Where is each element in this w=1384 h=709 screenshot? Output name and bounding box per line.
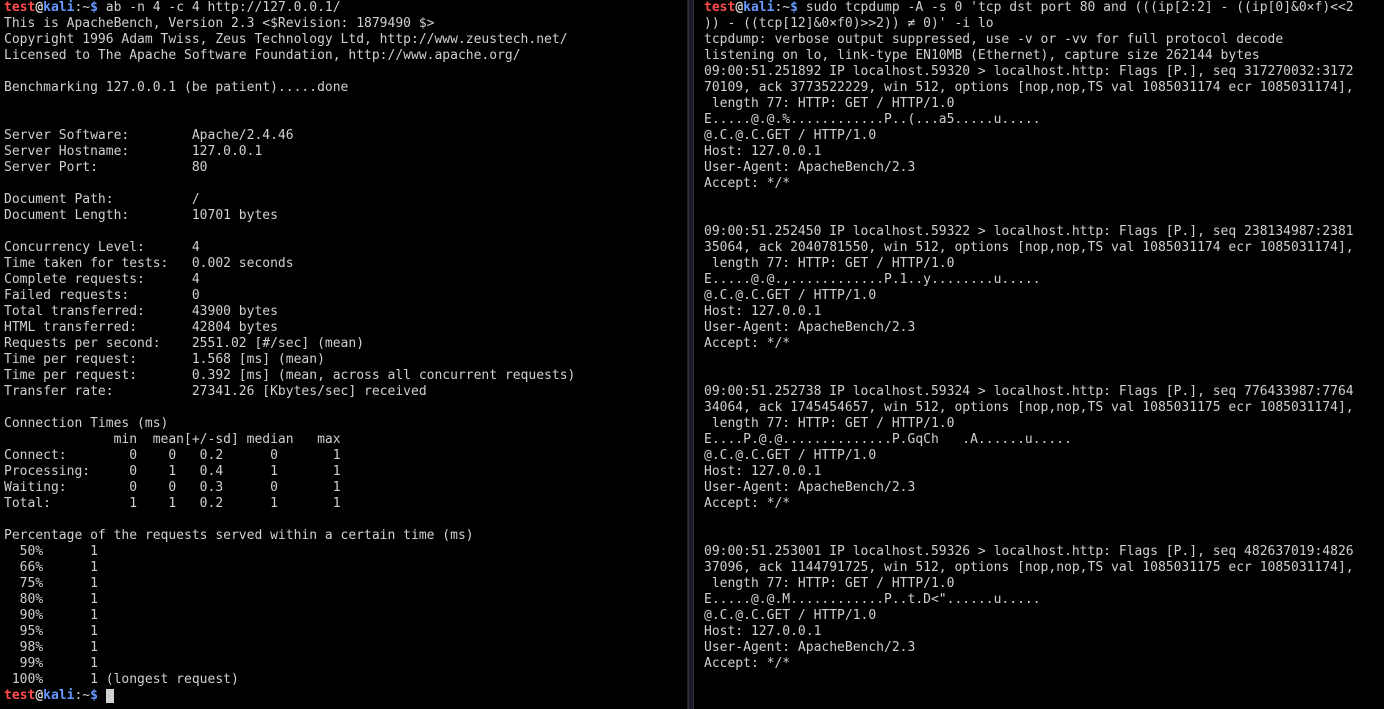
output-line: Copyright 1996 Adam Twiss, Zeus Technolo… bbox=[4, 32, 568, 47]
output-line: 98% 1 bbox=[4, 640, 98, 655]
output-line: Server Hostname: 127.0.0.1 bbox=[4, 144, 262, 159]
prompt-dollar: $ bbox=[90, 0, 106, 15]
output-line: Server Port: 80 bbox=[4, 160, 208, 175]
prompt-line[interactable]: test@kali:~$ bbox=[4, 688, 114, 703]
output-line: 09:00:51.253001 IP localhost.59326 > loc… bbox=[704, 544, 1354, 559]
output-line: E.....@.@.,............P.1..y........u..… bbox=[704, 272, 1041, 287]
output-line: @.C.@.C.GET / HTTP/1.0 bbox=[704, 448, 876, 463]
left-terminal-pane[interactable]: test@kali:~$ ab -n 4 -c 4 http://127.0.0… bbox=[0, 0, 688, 709]
output-line: Host: 127.0.0.1 bbox=[704, 464, 821, 479]
prompt-line: test@kali:~$ ab -n 4 -c 4 http://127.0.0… bbox=[4, 0, 341, 15]
ab-command: ab -n 4 -c 4 http://127.0.0.1/ bbox=[106, 0, 341, 15]
output-line: Accept: */* bbox=[704, 656, 790, 671]
output-line: length 77: HTTP: GET / HTTP/1.0 bbox=[704, 416, 954, 431]
output-line: @.C.@.C.GET / HTTP/1.0 bbox=[704, 288, 876, 303]
output-line: Host: 127.0.0.1 bbox=[704, 624, 821, 639]
output-line: 66% 1 bbox=[4, 560, 98, 575]
output-line: length 77: HTTP: GET / HTTP/1.0 bbox=[704, 256, 954, 271]
output-line: Percentage of the requests served within… bbox=[4, 528, 474, 543]
output-line: min mean[+/-sd] median max bbox=[4, 432, 341, 447]
output-line: User-Agent: ApacheBench/2.3 bbox=[704, 160, 915, 175]
prompt-at: @ bbox=[35, 0, 43, 15]
output-line: listening on lo, link-type EN10MB (Ether… bbox=[704, 48, 1260, 63]
tcpdump-command-wrap: )) - ((tcp[12]&0×f0)>>2)) ≠ 0)' -i lo bbox=[704, 16, 994, 31]
cursor-icon bbox=[106, 689, 114, 703]
output-line: Accept: */* bbox=[704, 176, 790, 191]
prompt-host: kali bbox=[43, 0, 74, 15]
tcpdump-command: sudo tcpdump -A -s 0 'tcp dst port 80 an… bbox=[806, 0, 1354, 15]
output-line: Accept: */* bbox=[704, 336, 790, 351]
prompt-at: @ bbox=[35, 688, 43, 703]
prompt-line: test@kali:~$ sudo tcpdump -A -s 0 'tcp d… bbox=[704, 0, 1354, 15]
output-line: 99% 1 bbox=[4, 656, 98, 671]
output-line: Server Software: Apache/2.4.46 bbox=[4, 128, 294, 143]
prompt-host: kali bbox=[43, 688, 74, 703]
output-line: This is ApacheBench, Version 2.3 <$Revis… bbox=[4, 16, 434, 31]
output-line: Connect: 0 0 0.2 0 1 bbox=[4, 448, 341, 463]
prompt-user: test bbox=[4, 688, 35, 703]
output-line: 09:00:51.251892 IP localhost.59320 > loc… bbox=[704, 64, 1354, 79]
output-line: Processing: 0 1 0.4 1 1 bbox=[4, 464, 341, 479]
output-line: 75% 1 bbox=[4, 576, 98, 591]
output-line: Waiting: 0 0 0.3 0 1 bbox=[4, 480, 341, 495]
output-line: Time per request: 1.568 [ms] (mean) bbox=[4, 352, 325, 367]
output-line: Licensed to The Apache Software Foundati… bbox=[4, 48, 521, 63]
output-line: 34064, ack 1745454657, win 512, options … bbox=[704, 400, 1354, 415]
output-line: User-Agent: ApacheBench/2.3 bbox=[704, 640, 915, 655]
output-line: Time per request: 0.392 [ms] (mean, acro… bbox=[4, 368, 575, 383]
prompt-dollar: $ bbox=[90, 688, 106, 703]
output-line: 90% 1 bbox=[4, 608, 98, 623]
output-line: 09:00:51.252450 IP localhost.59322 > loc… bbox=[704, 224, 1354, 239]
output-line: 95% 1 bbox=[4, 624, 98, 639]
output-line: Accept: */* bbox=[704, 496, 790, 511]
output-line: HTML transferred: 42804 bytes bbox=[4, 320, 278, 335]
output-line: 35064, ack 2040781550, win 512, options … bbox=[704, 240, 1354, 255]
output-line: User-Agent: ApacheBench/2.3 bbox=[704, 480, 915, 495]
right-terminal-pane[interactable]: test@kali:~$ sudo tcpdump -A -s 0 'tcp d… bbox=[694, 0, 1384, 709]
output-line: Total: 1 1 0.2 1 1 bbox=[4, 496, 341, 511]
prompt-host: kali bbox=[743, 0, 774, 15]
prompt-dollar: $ bbox=[790, 0, 806, 15]
prompt-path: :~ bbox=[774, 0, 790, 15]
output-line: 100% 1 (longest request) bbox=[4, 672, 239, 687]
prompt-path: :~ bbox=[74, 0, 90, 15]
output-line: 09:00:51.252738 IP localhost.59324 > loc… bbox=[704, 384, 1354, 399]
output-line: length 77: HTTP: GET / HTTP/1.0 bbox=[704, 96, 954, 111]
output-line: Failed requests: 0 bbox=[4, 288, 200, 303]
output-line: Connection Times (ms) bbox=[4, 416, 168, 431]
output-line: E.....@.@.M............P..t.D<"......u..… bbox=[704, 592, 1041, 607]
output-line: Requests per second: 2551.02 [#/sec] (me… bbox=[4, 336, 364, 351]
output-line: Complete requests: 4 bbox=[4, 272, 200, 287]
output-line: Total transferred: 43900 bytes bbox=[4, 304, 278, 319]
output-line: E.....@.@.%............P..(...a5.....u..… bbox=[704, 112, 1041, 127]
output-line: 50% 1 bbox=[4, 544, 98, 559]
output-line: Host: 127.0.0.1 bbox=[704, 304, 821, 319]
output-line: Time taken for tests: 0.002 seconds bbox=[4, 256, 294, 271]
output-line: Document Path: / bbox=[4, 192, 200, 207]
output-line: Transfer rate: 27341.26 [Kbytes/sec] rec… bbox=[4, 384, 427, 399]
prompt-user: test bbox=[704, 0, 735, 15]
output-line: @.C.@.C.GET / HTTP/1.0 bbox=[704, 128, 876, 143]
prompt-at: @ bbox=[735, 0, 743, 15]
prompt-user: test bbox=[4, 0, 35, 15]
output-line: Document Length: 10701 bytes bbox=[4, 208, 278, 223]
output-line: Concurrency Level: 4 bbox=[4, 240, 200, 255]
output-line: tcpdump: verbose output suppressed, use … bbox=[704, 32, 1283, 47]
output-line: 37096, ack 1144791725, win 512, options … bbox=[704, 560, 1354, 575]
output-line: Host: 127.0.0.1 bbox=[704, 144, 821, 159]
prompt-path: :~ bbox=[74, 688, 90, 703]
output-line: length 77: HTTP: GET / HTTP/1.0 bbox=[704, 576, 954, 591]
output-line: E....P.@.@..............P.GqCh .A......u… bbox=[704, 432, 1072, 447]
output-line: @.C.@.C.GET / HTTP/1.0 bbox=[704, 608, 876, 623]
output-line: 80% 1 bbox=[4, 592, 98, 607]
output-line: 70109, ack 3773522229, win 512, options … bbox=[704, 80, 1354, 95]
output-line: Benchmarking 127.0.0.1 (be patient).....… bbox=[4, 80, 348, 95]
output-line: User-Agent: ApacheBench/2.3 bbox=[704, 320, 915, 335]
